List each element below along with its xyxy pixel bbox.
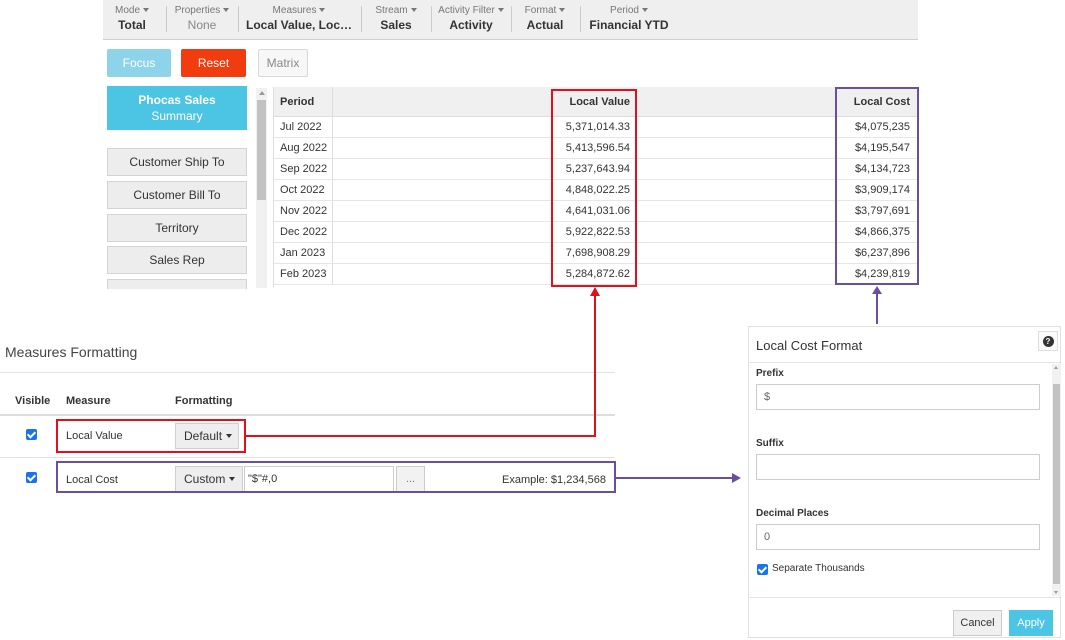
decimal-places-input[interactable]: 0 xyxy=(756,524,1040,550)
separate-thousands-checkbox[interactable] xyxy=(757,564,768,575)
local-cost-format-dialog: Local Cost Format ? Prefix $ Suffix Deci… xyxy=(748,326,1061,638)
purple-connector-arrow-to-column xyxy=(872,286,882,324)
scroll-down-icon[interactable] xyxy=(1054,591,1058,594)
dialog-header: Local Cost Format ? xyxy=(749,327,1060,363)
prefix-input[interactable]: $ xyxy=(756,384,1040,410)
separate-thousands-label: Separate Thousands xyxy=(772,563,865,574)
apply-button[interactable]: Apply xyxy=(1009,610,1053,636)
help-button[interactable]: ? xyxy=(1038,331,1058,351)
scroll-thumb[interactable] xyxy=(1053,384,1060,584)
suffix-input[interactable] xyxy=(756,454,1040,480)
prefix-label: Prefix xyxy=(756,368,784,379)
dialog-footer: Cancel Apply xyxy=(749,597,1060,639)
suffix-label: Suffix xyxy=(756,438,784,449)
dialog-title: Local Cost Format xyxy=(756,338,863,353)
red-connector-arrow xyxy=(246,287,600,437)
cancel-button[interactable]: Cancel xyxy=(953,610,1002,636)
scroll-up-icon[interactable] xyxy=(1054,366,1058,369)
help-icon: ? xyxy=(1042,335,1054,347)
purple-connector-arrow-to-dialog xyxy=(616,473,741,483)
decimal-places-label: Decimal Places xyxy=(756,508,829,519)
dialog-scrollbar[interactable] xyxy=(1052,364,1061,596)
